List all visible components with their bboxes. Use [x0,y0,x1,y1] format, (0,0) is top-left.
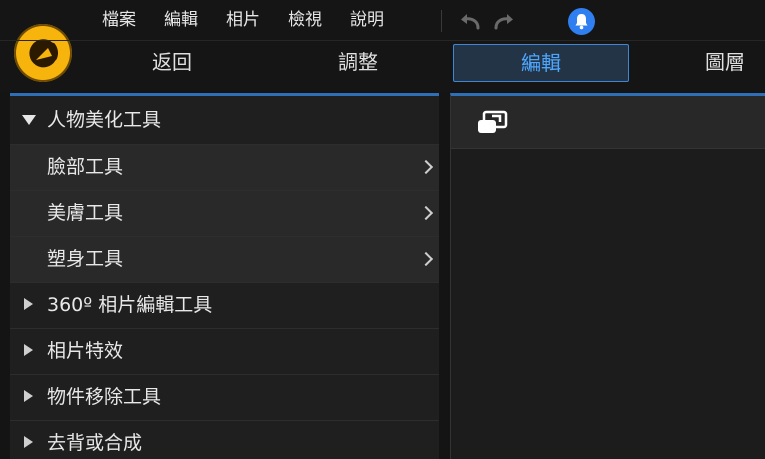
tool-body-shape[interactable]: 塑身工具 [10,237,439,283]
tool-label: 塑身工具 [47,248,124,270]
chevron-right-icon [418,251,434,267]
undo-icon[interactable] [458,12,482,32]
canvas-panel [450,93,765,459]
menu-edit[interactable]: 編輯 [150,0,212,40]
menu-view[interactable]: 檢視 [274,0,336,40]
expand-triangle-icon [24,344,33,356]
menu-file[interactable]: 檔案 [88,0,150,40]
tool-skin[interactable]: 美膚工具 [10,191,439,237]
menu-bar: 檔案 編輯 相片 檢視 說明 [88,0,398,40]
app-logo-icon [14,24,72,82]
group-object-removal[interactable]: 物件移除工具 [10,375,439,421]
notification-bell-icon[interactable] [568,8,595,35]
chevron-right-icon [418,159,434,175]
collapse-triangle-icon [22,115,36,125]
group-cutout-compose[interactable]: 去背或合成 [10,421,439,459]
expand-triangle-icon [24,436,33,448]
menu-divider [441,10,442,32]
group-label: 物件移除工具 [47,386,162,408]
top-bar: 檔案 編輯 相片 檢視 說明 返回 調整 編輯 圖層 [0,0,765,92]
tool-face[interactable]: 臉部工具 [10,145,439,191]
redo-icon[interactable] [492,12,516,32]
tool-label: 臉部工具 [47,156,124,178]
group-label: 去背或合成 [47,432,143,454]
group-beauty-tools[interactable]: 人物美化工具 [10,96,439,145]
menu-help[interactable]: 說明 [336,0,398,40]
expand-triangle-icon [24,298,33,310]
top-divider [0,40,765,41]
canvas-toolbar [451,96,765,149]
tool-label: 美膚工具 [47,202,124,224]
fit-window-icon[interactable] [476,110,510,136]
group-360-tools[interactable]: 360º 相片編輯工具 [10,283,439,329]
tab-layers[interactable]: 圖層 [673,44,765,80]
group-label: 360º 相片編輯工具 [47,294,213,316]
tab-edit[interactable]: 編輯 [453,44,629,82]
menu-photo[interactable]: 相片 [212,0,274,40]
mode-tab-bar: 返回 調整 編輯 圖層 [88,44,765,82]
group-photo-effects[interactable]: 相片特效 [10,329,439,375]
group-label: 人物美化工具 [47,109,162,131]
tab-adjust[interactable]: 調整 [306,44,410,80]
group-label: 相片特效 [47,340,124,362]
edit-tools-panel: 人物美化工具 臉部工具 美膚工具 塑身工具 360º 相片編輯工具 相片特效 物… [10,93,439,459]
expand-triangle-icon [24,390,33,402]
tab-back[interactable]: 返回 [120,44,224,80]
chevron-right-icon [418,205,434,221]
